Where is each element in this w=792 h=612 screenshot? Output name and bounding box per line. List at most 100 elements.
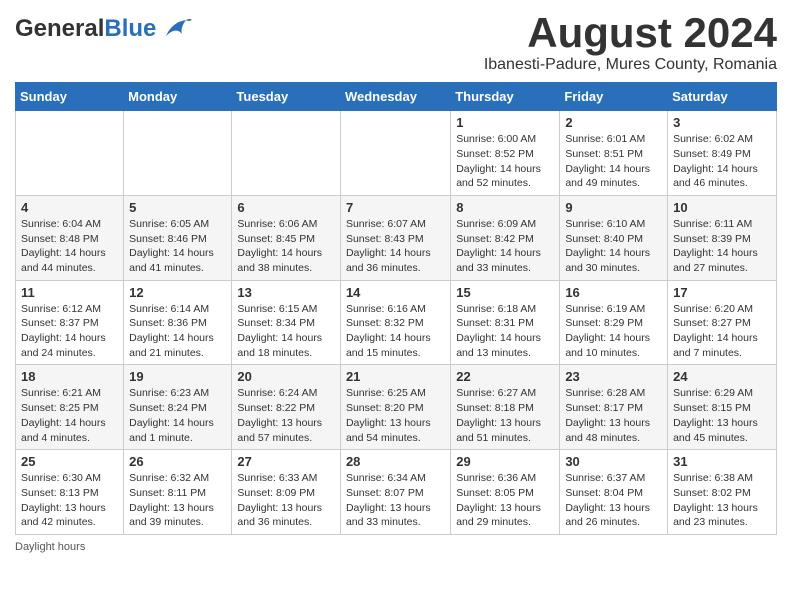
cell-date-number: 1 <box>456 115 554 130</box>
calendar-cell: 11 Sunrise: 6:12 AM Sunset: 8:37 PM Dayli… <box>16 280 124 365</box>
cell-info-text: Sunrise: 6:24 AM Sunset: 8:22 PM Dayligh… <box>237 386 335 445</box>
cell-info-text: Sunrise: 6:36 AM Sunset: 8:05 PM Dayligh… <box>456 471 554 530</box>
cell-date-number: 20 <box>237 369 335 384</box>
calendar-table: SundayMondayTuesdayWednesdayThursdayFrid… <box>15 82 777 535</box>
cell-date-number: 18 <box>21 369 118 384</box>
cell-info-text: Sunrise: 6:14 AM Sunset: 8:36 PM Dayligh… <box>129 302 226 361</box>
cell-date-number: 11 <box>21 285 118 300</box>
cell-info-text: Sunrise: 6:15 AM Sunset: 8:34 PM Dayligh… <box>237 302 335 361</box>
calendar-week-row: 4 Sunrise: 6:04 AM Sunset: 8:48 PM Daylig… <box>16 195 777 280</box>
cell-date-number: 23 <box>565 369 662 384</box>
calendar-cell: 6 Sunrise: 6:06 AM Sunset: 8:45 PM Daylig… <box>232 195 341 280</box>
cell-date-number: 13 <box>237 285 335 300</box>
cell-date-number: 17 <box>673 285 771 300</box>
calendar-cell <box>340 111 450 196</box>
cell-info-text: Sunrise: 6:01 AM Sunset: 8:51 PM Dayligh… <box>565 132 662 191</box>
cell-info-text: Sunrise: 6:19 AM Sunset: 8:29 PM Dayligh… <box>565 302 662 361</box>
calendar-cell: 14 Sunrise: 6:16 AM Sunset: 8:32 PM Dayli… <box>340 280 450 365</box>
cell-date-number: 5 <box>129 200 226 215</box>
footer-note: Daylight hours <box>15 541 777 553</box>
calendar-cell: 25 Sunrise: 6:30 AM Sunset: 8:13 PM Dayli… <box>16 450 124 535</box>
cell-date-number: 15 <box>456 285 554 300</box>
cell-date-number: 2 <box>565 115 662 130</box>
calendar-cell: 13 Sunrise: 6:15 AM Sunset: 8:34 PM Dayli… <box>232 280 341 365</box>
cell-info-text: Sunrise: 6:25 AM Sunset: 8:20 PM Dayligh… <box>346 386 445 445</box>
logo-general: GeneralBlue <box>15 15 156 43</box>
calendar-day-header: Thursday <box>451 83 560 111</box>
calendar-cell: 15 Sunrise: 6:18 AM Sunset: 8:31 PM Dayli… <box>451 280 560 365</box>
calendar-cell <box>124 111 232 196</box>
calendar-day-header: Friday <box>560 83 668 111</box>
cell-info-text: Sunrise: 6:07 AM Sunset: 8:43 PM Dayligh… <box>346 217 445 276</box>
cell-date-number: 30 <box>565 454 662 469</box>
cell-info-text: Sunrise: 6:23 AM Sunset: 8:24 PM Dayligh… <box>129 386 226 445</box>
calendar-cell <box>16 111 124 196</box>
cell-date-number: 7 <box>346 200 445 215</box>
calendar-cell: 16 Sunrise: 6:19 AM Sunset: 8:29 PM Dayli… <box>560 280 668 365</box>
cell-date-number: 14 <box>346 285 445 300</box>
calendar-cell: 27Sunrise: 6:33 AM Sunset: 8:09 PM Dayli… <box>232 450 341 535</box>
cell-info-text: Sunrise: 6:20 AM Sunset: 8:27 PM Dayligh… <box>673 302 771 361</box>
cell-date-number: 4 <box>21 200 118 215</box>
calendar-cell: 8Sunrise: 6:09 AM Sunset: 8:42 PM Daylig… <box>451 195 560 280</box>
cell-info-text: Sunrise: 6:18 AM Sunset: 8:31 PM Dayligh… <box>456 302 554 361</box>
calendar-header-row: SundayMondayTuesdayWednesdayThursdayFrid… <box>16 83 777 111</box>
cell-date-number: 6 <box>237 200 335 215</box>
calendar-cell: 23 Sunrise: 6:28 AM Sunset: 8:17 PM Dayli… <box>560 365 668 450</box>
cell-info-text: Sunrise: 6:21 AM Sunset: 8:25 PM Dayligh… <box>21 386 118 445</box>
calendar-cell: 31Sunrise: 6:38 AM Sunset: 8:02 PM Dayli… <box>668 450 777 535</box>
calendar-cell: 4 Sunrise: 6:04 AM Sunset: 8:48 PM Daylig… <box>16 195 124 280</box>
calendar-cell: 12 Sunrise: 6:14 AM Sunset: 8:36 PM Dayli… <box>124 280 232 365</box>
calendar-day-header: Wednesday <box>340 83 450 111</box>
logo-bird-icon <box>158 18 192 40</box>
calendar-cell: 19Sunrise: 6:23 AM Sunset: 8:24 PM Dayli… <box>124 365 232 450</box>
cell-info-text: Sunrise: 6:27 AM Sunset: 8:18 PM Dayligh… <box>456 386 554 445</box>
cell-date-number: 24 <box>673 369 771 384</box>
calendar-cell: 30 Sunrise: 6:37 AM Sunset: 8:04 PM Dayli… <box>560 450 668 535</box>
cell-info-text: Sunrise: 6:10 AM Sunset: 8:40 PM Dayligh… <box>565 217 662 276</box>
calendar-cell: 3Sunrise: 6:02 AM Sunset: 8:49 PM Daylig… <box>668 111 777 196</box>
cell-date-number: 8 <box>456 200 554 215</box>
cell-info-text: Sunrise: 6:30 AM Sunset: 8:13 PM Dayligh… <box>21 471 118 530</box>
cell-info-text: Sunrise: 6:04 AM Sunset: 8:48 PM Dayligh… <box>21 217 118 276</box>
cell-date-number: 26 <box>129 454 226 469</box>
calendar-cell: 28 Sunrise: 6:34 AM Sunset: 8:07 PM Dayli… <box>340 450 450 535</box>
cell-info-text: Sunrise: 6:16 AM Sunset: 8:32 PM Dayligh… <box>346 302 445 361</box>
cell-date-number: 21 <box>346 369 445 384</box>
calendar-cell: 10Sunrise: 6:11 AM Sunset: 8:39 PM Dayli… <box>668 195 777 280</box>
calendar-week-row: 11 Sunrise: 6:12 AM Sunset: 8:37 PM Dayli… <box>16 280 777 365</box>
calendar-cell: 24Sunrise: 6:29 AM Sunset: 8:15 PM Dayli… <box>668 365 777 450</box>
calendar-cell: 26 Sunrise: 6:32 AM Sunset: 8:11 PM Dayli… <box>124 450 232 535</box>
calendar-week-row: 18 Sunrise: 6:21 AM Sunset: 8:25 PM Dayli… <box>16 365 777 450</box>
calendar-cell <box>232 111 341 196</box>
cell-date-number: 25 <box>21 454 118 469</box>
cell-date-number: 10 <box>673 200 771 215</box>
cell-info-text: Sunrise: 6:38 AM Sunset: 8:02 PM Dayligh… <box>673 471 771 530</box>
cell-date-number: 29 <box>456 454 554 469</box>
calendar-cell: 5 Sunrise: 6:05 AM Sunset: 8:46 PM Daylig… <box>124 195 232 280</box>
header: GeneralBlue August 2024 Ibanesti-Padure,… <box>15 10 777 74</box>
calendar-cell: 20 Sunrise: 6:24 AM Sunset: 8:22 PM Dayli… <box>232 365 341 450</box>
cell-info-text: Sunrise: 6:28 AM Sunset: 8:17 PM Dayligh… <box>565 386 662 445</box>
cell-info-text: Sunrise: 6:12 AM Sunset: 8:37 PM Dayligh… <box>21 302 118 361</box>
cell-date-number: 22 <box>456 369 554 384</box>
cell-info-text: Sunrise: 6:05 AM Sunset: 8:46 PM Dayligh… <box>129 217 226 276</box>
cell-info-text: Sunrise: 6:34 AM Sunset: 8:07 PM Dayligh… <box>346 471 445 530</box>
cell-date-number: 12 <box>129 285 226 300</box>
title-area: August 2024 Ibanesti-Padure, Mures Count… <box>484 10 777 74</box>
logo: GeneralBlue <box>15 15 192 43</box>
calendar-day-header: Tuesday <box>232 83 341 111</box>
daylight-label: Daylight hours <box>15 541 85 553</box>
cell-info-text: Sunrise: 6:32 AM Sunset: 8:11 PM Dayligh… <box>129 471 226 530</box>
cell-date-number: 28 <box>346 454 445 469</box>
month-year-title: August 2024 <box>484 10 777 56</box>
cell-info-text: Sunrise: 6:37 AM Sunset: 8:04 PM Dayligh… <box>565 471 662 530</box>
cell-date-number: 16 <box>565 285 662 300</box>
location-subtitle: Ibanesti-Padure, Mures County, Romania <box>484 56 777 74</box>
cell-info-text: Sunrise: 6:02 AM Sunset: 8:49 PM Dayligh… <box>673 132 771 191</box>
cell-info-text: Sunrise: 6:33 AM Sunset: 8:09 PM Dayligh… <box>237 471 335 530</box>
cell-date-number: 9 <box>565 200 662 215</box>
calendar-day-header: Saturday <box>668 83 777 111</box>
cell-info-text: Sunrise: 6:06 AM Sunset: 8:45 PM Dayligh… <box>237 217 335 276</box>
calendar-cell: 29 Sunrise: 6:36 AM Sunset: 8:05 PM Dayli… <box>451 450 560 535</box>
